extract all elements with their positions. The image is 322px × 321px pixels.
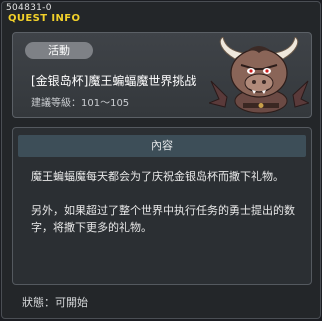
quest-status: 狀態：可開始 [22, 296, 88, 309]
quest-category-badge: 活動 [25, 42, 93, 59]
title-bar[interactable]: 504831-0 QUEST INFO [2, 2, 320, 26]
window-title: QUEST INFO [8, 13, 81, 24]
quest-header-panel: 活動 [金银岛杯]魔王蝙蝠魔世界挑战 建議等級：101～105 [12, 32, 312, 118]
content-section-header: 內容 [18, 135, 306, 157]
description-paragraph: 魔王蝙蝠魔每天都会为了庆祝金银岛杯而撒下礼物。 [31, 170, 284, 183]
recommended-level: 建議等級：101～105 [31, 98, 130, 109]
quest-info-window: 504831-0 QUEST INFO 活動 [金银岛杯]魔王蝙蝠魔世界挑战 建… [1, 1, 321, 319]
quest-content-panel: 內容 魔王蝙蝠魔每天都会为了庆祝金银岛杯而撒下礼物。 另外，如果超过了整个世界中… [12, 127, 312, 285]
quest-id: 504831-0 [6, 3, 52, 13]
description-paragraph: 另外，如果超过了整个世界中执行任务的勇士提出的数字，将撒下更多的礼物。 [31, 204, 295, 234]
bat-demon-portrait-icon [209, 37, 309, 114]
quest-name: [金银岛杯]魔王蝙蝠魔世界挑战 [31, 74, 197, 88]
quest-description: 魔王蝙蝠魔每天都会为了庆祝金银岛杯而撒下礼物。 另外，如果超过了整个世界中执行任… [31, 168, 303, 253]
